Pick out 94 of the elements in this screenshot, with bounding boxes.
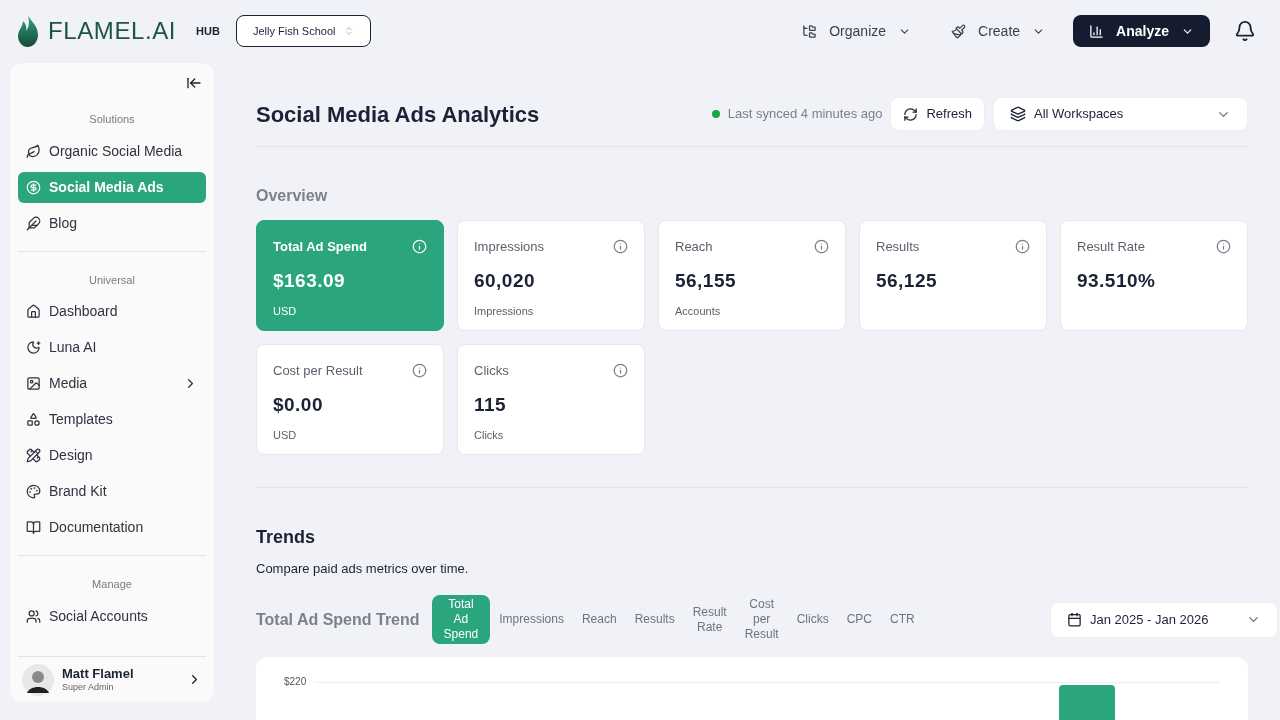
shapes-icon: [26, 412, 41, 427]
sidebar-item[interactable]: Social Accounts: [18, 600, 206, 632]
chart-title: Total Ad Spend Trend: [256, 609, 420, 630]
metric-value: $163.09: [273, 268, 346, 293]
brand-name: FLAMEL.AI: [48, 16, 177, 46]
page-title: Social Media Ads Analytics: [256, 100, 540, 129]
leaf-icon: [26, 143, 41, 159]
moon-icon: [26, 340, 41, 355]
metric-value: 60,020: [474, 268, 536, 293]
metric-tab[interactable]: Clicks: [787, 612, 838, 627]
metric-value: 56,155: [675, 268, 737, 293]
metric-value: 56,125: [876, 268, 938, 293]
collapse-sidebar-icon[interactable]: [186, 75, 202, 91]
workspace-switcher[interactable]: Jelly Fish School: [235, 15, 371, 47]
metric-label: Reach: [675, 238, 713, 256]
section-subtitle: Compare paid ads metrics over time.: [256, 560, 470, 578]
metric-unit: Accounts: [675, 304, 722, 319]
metric-label: Cost per Result: [273, 362, 363, 380]
info-icon[interactable]: [814, 239, 829, 255]
sync-status: Last synced 4 minutes ago: [727, 105, 883, 124]
metric-unit: Impressions: [474, 304, 535, 319]
metric-value: 115: [474, 392, 508, 417]
metric-tab[interactable]: Reach: [572, 612, 626, 627]
section-heading: Universal: [88, 272, 136, 288]
metric-label: Results: [876, 238, 920, 256]
metric-card[interactable]: Results 56,125: [859, 220, 1047, 331]
folder-tree-icon: [802, 23, 818, 39]
metric-label: Clicks: [474, 362, 509, 380]
metric-unit: USD: [273, 428, 298, 443]
bar-chart-icon: [1089, 23, 1105, 39]
sidebar-item[interactable]: Blog: [18, 207, 206, 239]
user-profile[interactable]: Matt Flamel Super Admin: [18, 656, 206, 702]
sidebar-item[interactable]: Design: [18, 440, 206, 471]
nav-menu-button[interactable]: Create: [939, 15, 1058, 47]
metric-label: Result Rate: [1077, 238, 1145, 256]
image-icon: [26, 376, 41, 391]
chart-bar: [1059, 684, 1116, 720]
palette-icon: [26, 484, 41, 499]
metric-card[interactable]: Cost per Result $0.00 USD: [256, 344, 444, 455]
date-range-dropdown[interactable]: Jan 2025 - Jan 2026: [1050, 601, 1278, 638]
users-icon: [26, 608, 41, 624]
nav-menu-button[interactable]: Analyze: [1073, 15, 1210, 47]
avatar: [22, 663, 54, 696]
sidebar-item[interactable]: Brand Kit: [18, 476, 206, 507]
notifications-icon[interactable]: [1234, 20, 1256, 42]
dollar-icon: [26, 179, 41, 195]
metric-label: Impressions: [474, 238, 545, 256]
info-icon[interactable]: [412, 363, 427, 379]
metric-unit: USD: [273, 304, 298, 319]
nav-menu-button[interactable]: Organize: [790, 15, 924, 47]
metric-card[interactable]: Impressions 60,020 Impressions: [457, 220, 645, 331]
info-icon[interactable]: [1216, 239, 1231, 255]
axis-tick-label: $220: [284, 676, 307, 689]
metric-value: 93.510%: [1077, 268, 1157, 293]
info-icon[interactable]: [613, 239, 628, 255]
feather-icon: [26, 215, 41, 231]
sidebar-item[interactable]: Dashboard: [18, 296, 206, 327]
sidebar-item[interactable]: Documentation: [18, 512, 206, 543]
metric-tab[interactable]: CPC: [837, 612, 882, 627]
metric-tab[interactable]: Result Rate: [683, 604, 736, 635]
section-title: Trends: [256, 526, 317, 549]
sidebar-item[interactable]: Luna AI: [18, 332, 206, 363]
metric-tab[interactable]: Cost per Result: [735, 597, 788, 642]
section-title: Overview: [256, 186, 329, 206]
home-icon: [26, 304, 41, 319]
sidebar-item[interactable]: Templates: [18, 404, 206, 435]
workspace-filter-dropdown[interactable]: All Workspaces: [993, 97, 1248, 131]
sidebar-item[interactable]: Organic Social Media: [18, 135, 206, 167]
metric-card[interactable]: Result Rate 93.510%: [1060, 220, 1248, 331]
flame-logo-icon: [16, 15, 40, 47]
refresh-icon: [903, 106, 919, 122]
refresh-button[interactable]: Refresh: [890, 97, 985, 131]
metric-card[interactable]: Clicks 115 Clicks: [457, 344, 645, 455]
metric-value: $0.00: [273, 392, 324, 417]
hub-label: HUB: [196, 23, 220, 39]
metric-unit: Clicks: [474, 428, 505, 443]
calendar-icon: [1067, 612, 1082, 627]
section-heading: Solutions: [88, 112, 136, 127]
metric-tab[interactable]: Results: [625, 612, 684, 627]
book-icon: [26, 520, 41, 535]
section-heading: Manage: [91, 577, 133, 592]
brush-icon: [951, 23, 967, 39]
sidebar-item[interactable]: Media: [18, 368, 206, 399]
metric-card[interactable]: Reach 56,155 Accounts: [658, 220, 846, 331]
metric-tab[interactable]: Impressions: [490, 612, 573, 627]
user-role: Super Admin: [62, 682, 115, 694]
info-icon[interactable]: [613, 363, 628, 379]
user-name: Matt Flamel: [62, 665, 135, 682]
sort-icon: [343, 26, 354, 36]
metric-label: Total Ad Spend: [273, 238, 367, 256]
info-icon[interactable]: [1015, 239, 1030, 255]
layers-icon: [1010, 106, 1026, 122]
pencil-ruler-icon: [26, 448, 41, 463]
metric-tab[interactable]: CTR: [881, 612, 924, 627]
